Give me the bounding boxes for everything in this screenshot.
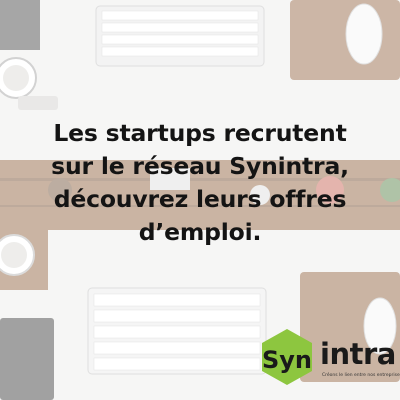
logo-mark-text: Syn <box>262 346 312 374</box>
synintra-logo: Syn intra Créons le lien entre nos entre… <box>258 328 400 400</box>
headline-line-3: découvrez leurs offres <box>53 185 347 213</box>
headline-line-2: sur le réseau Synintra, <box>51 152 349 180</box>
headline-line-4: d’emploi. <box>138 218 262 246</box>
logo-hexagon-icon: Syn <box>262 329 312 385</box>
logo-wordmark: intra <box>320 337 396 371</box>
headline-line-1: Les startups recrutent <box>53 119 347 147</box>
logo-tagline: Créons le lien entre nos entreprises <box>322 373 400 378</box>
social-post-image: Les startups recrutent sur le réseau Syn… <box>0 0 400 400</box>
headline: Les startups recrutent sur le réseau Syn… <box>0 117 400 249</box>
